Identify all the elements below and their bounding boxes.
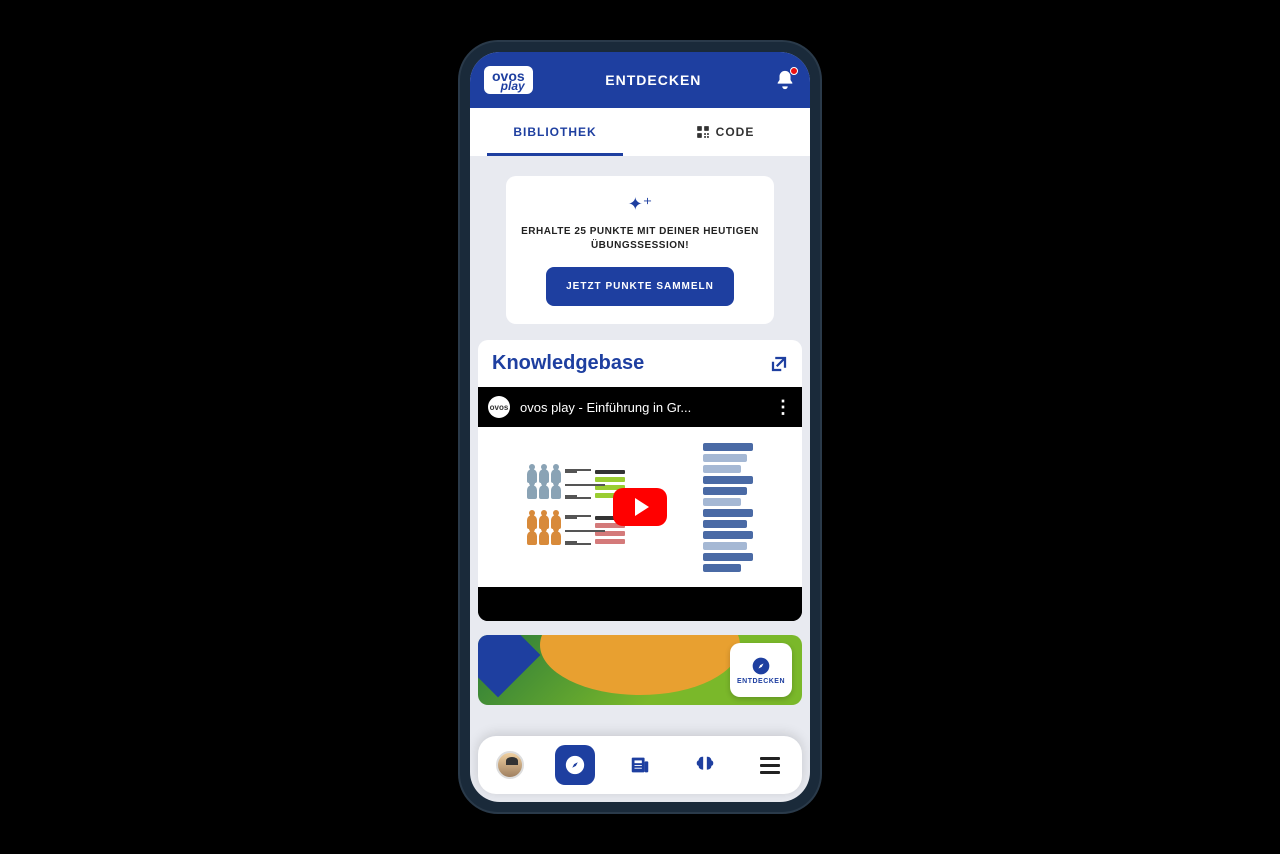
tab-bar: BIBLIOTHEK CODE: [470, 108, 810, 156]
content-scroll[interactable]: ✦⁺ ERHALTE 25 PUNKTE MIT DEINER HEUTIGEN…: [470, 156, 810, 802]
stack-illustration: [703, 443, 753, 572]
nav-news[interactable]: [620, 745, 660, 785]
nav-menu[interactable]: [750, 745, 790, 785]
tab-library-label: BIBLIOTHEK: [513, 125, 596, 139]
nav-profile[interactable]: [490, 745, 530, 785]
compass-icon: [751, 656, 771, 676]
play-icon: [635, 498, 649, 516]
header-title: ENTDECKEN: [605, 72, 701, 88]
collect-points-button[interactable]: JETZT PUNKTE SAMMELN: [546, 267, 734, 306]
compass-icon: [564, 754, 586, 776]
knowledgebase-header: Knowledgebase: [478, 340, 802, 387]
fab-label: ENTDECKEN: [737, 678, 785, 685]
qr-icon: [696, 125, 710, 139]
video-more-button[interactable]: ⋮: [774, 397, 792, 418]
tab-code[interactable]: CODE: [640, 108, 810, 156]
points-prefix: ERHALTE: [521, 226, 574, 237]
newspaper-icon: [629, 754, 651, 776]
points-card: ✦⁺ ERHALTE 25 PUNKTE MIT DEINER HEUTIGEN…: [506, 176, 774, 324]
knowledgebase-title: Knowledgebase: [492, 352, 644, 375]
nav-discover[interactable]: [555, 745, 595, 785]
video-channel-avatar[interactable]: ovos: [488, 396, 510, 418]
phone-frame: ovos play ENTDECKEN BIBLIOTHEK CODE ✦⁺ E…: [460, 42, 820, 812]
notifications-button[interactable]: [774, 69, 796, 91]
points-bold: 25 PUNKTE: [574, 226, 634, 237]
diagram-illustration: [527, 469, 625, 545]
menu-icon: [760, 757, 780, 774]
video-footer-bar: [478, 587, 802, 621]
video-embed: ovos ovos play - Einführung in Gr... ⋮: [478, 387, 802, 621]
tab-library[interactable]: BIBLIOTHEK: [470, 108, 640, 156]
video-thumbnail[interactable]: [478, 427, 802, 587]
nav-brain[interactable]: [685, 745, 725, 785]
next-card-preview[interactable]: ENTDECKEN: [478, 635, 802, 705]
sparkle-icon: ✦⁺: [520, 194, 760, 215]
video-title[interactable]: ovos play - Einführung in Gr...: [520, 400, 764, 415]
brand-logo[interactable]: ovos play: [484, 66, 533, 94]
app-screen: ovos play ENTDECKEN BIBLIOTHEK CODE ✦⁺ E…: [470, 52, 810, 802]
open-external-button[interactable]: [770, 355, 788, 373]
discover-fab[interactable]: ENTDECKEN: [730, 643, 792, 697]
bottom-nav: [478, 736, 802, 794]
notification-badge: [790, 67, 798, 75]
app-header: ovos play ENTDECKEN: [470, 52, 810, 108]
play-button[interactable]: [613, 488, 667, 526]
points-text: ERHALTE 25 PUNKTE MIT DEINER HEUTIGEN ÜB…: [520, 225, 760, 253]
tab-code-label: CODE: [716, 125, 755, 139]
brain-icon: [694, 754, 716, 776]
avatar-icon: [496, 751, 524, 779]
video-title-bar: ovos ovos play - Einführung in Gr... ⋮: [478, 387, 802, 427]
knowledgebase-card: Knowledgebase ovos ovos play - Einführun…: [478, 340, 802, 621]
external-link-icon: [770, 355, 788, 373]
logo-text-2: play: [501, 81, 525, 92]
